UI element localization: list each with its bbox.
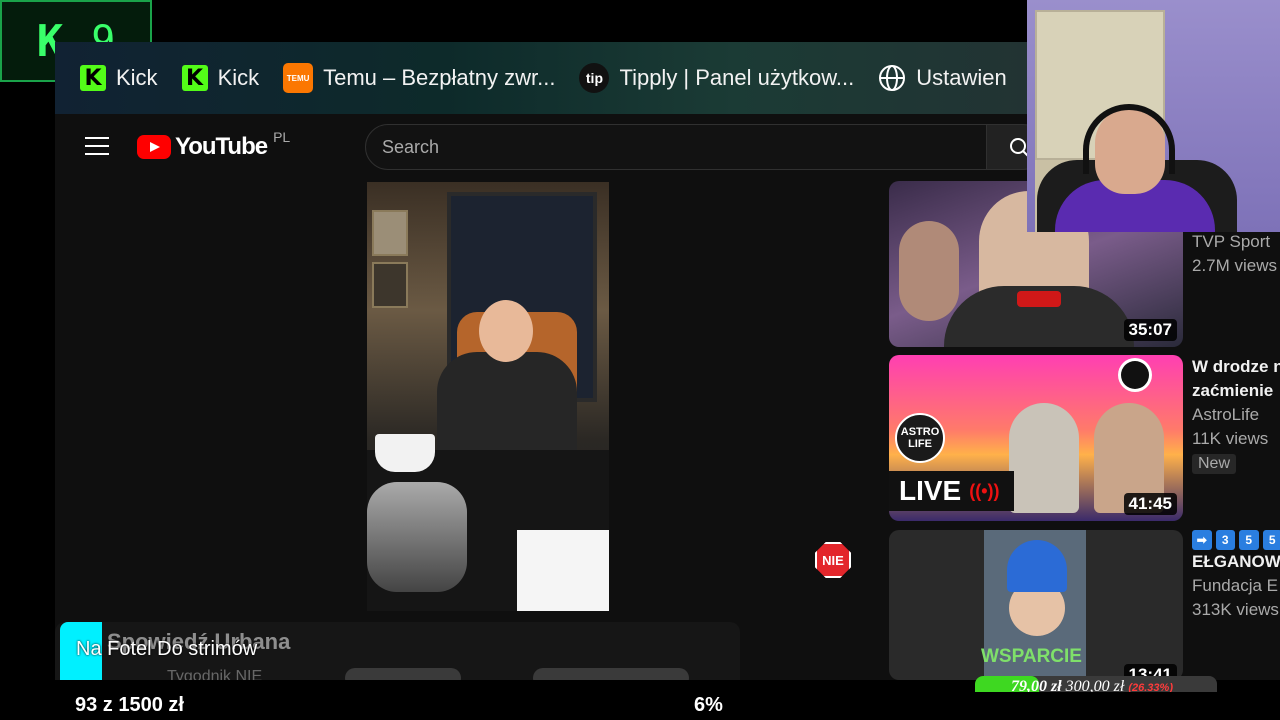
donation-bar: 93 z 1500 zł 6% — [0, 692, 1280, 720]
bookmark-label: Kick — [116, 65, 158, 90]
astrolife-logo: ASTRO LIFE — [895, 413, 945, 463]
donation-percent: 6% — [694, 694, 723, 716]
bookmark-label: Kick — [217, 65, 260, 90]
bookmarks-bar: K Kick K Kick TEMU Temu – Bezpłatny zwr.… — [55, 42, 1027, 114]
channel-name[interactable]: Tygodnik NIE — [167, 668, 262, 680]
country-code: PL — [273, 129, 291, 145]
recommendation-thumbnail[interactable]: ASTRO LIFE LIVE ((•)) 41:45 — [889, 355, 1183, 521]
action-chip[interactable] — [533, 668, 689, 680]
webcam-feed — [1027, 0, 1280, 232]
video-player[interactable] — [367, 182, 609, 611]
recommendation-thumbnail[interactable]: WSPARCIE 13:41 — [889, 530, 1183, 680]
recommendation-meta[interactable]: W drodze n zaćmienie AstroLife 11K views… — [1192, 355, 1280, 474]
person — [1009, 403, 1079, 513]
live-signal-icon: ((•)) — [969, 480, 1000, 501]
kick-icon: K — [181, 65, 208, 91]
bookmark-kick-2[interactable]: K Kick — [181, 65, 260, 91]
bookmark-label: Temu – Bezpłatny zwr... — [323, 65, 556, 90]
youtube-wordmark: YouTube — [175, 133, 268, 160]
rec-channel: TVP Sport — [1192, 232, 1271, 251]
bookmark-settings[interactable]: Ustawien — [878, 64, 1007, 92]
temu-icon: TEMU — [283, 63, 314, 93]
rec-title: EŁGANOW — [1192, 552, 1280, 571]
picture-frame — [372, 210, 408, 256]
person-body — [437, 352, 577, 462]
menu-icon[interactable] — [85, 137, 109, 157]
bookmark-tipply[interactable]: tip Tipply | Panel użytkow... — [579, 63, 854, 93]
tipply-icon: tip — [579, 63, 610, 93]
person — [899, 221, 959, 321]
thumbnail-caption: WSPARCIE — [981, 646, 1082, 667]
person-head — [479, 300, 533, 362]
paper — [517, 530, 609, 611]
bookmark-temu[interactable]: TEMU Temu – Bezpłatny zwr... — [283, 63, 555, 93]
stream-screen: { "overlay_logo": { "letter": "K", "numb… — [0, 0, 1280, 720]
globe-icon — [879, 65, 906, 91]
donation-progress: 93 z 1500 zł — [75, 694, 184, 716]
recommendation-meta[interactable]: TVP Sport 2.7M views — [1192, 230, 1280, 278]
live-label: LIVE ((•)) — [889, 471, 1014, 511]
ashtray — [367, 482, 467, 592]
beanie — [1007, 540, 1067, 592]
video-duration: 41:45 — [1123, 493, 1177, 515]
rec-views: 313K views — [1192, 600, 1279, 619]
youtube-play-icon — [137, 135, 171, 159]
rec-channel: Fundacja E — [1192, 576, 1278, 595]
search-input[interactable]: Search — [365, 124, 987, 170]
bow-tie — [1017, 291, 1061, 307]
rec-channel: AstroLife — [1192, 405, 1260, 424]
rec-views: 11K views — [1192, 429, 1269, 448]
recommendation-meta[interactable]: ➡ 3 5 5 EŁGANOW Fundacja E 313K views — [1192, 530, 1280, 622]
picture-frame — [372, 262, 408, 308]
rec-title-line2: zaćmienie — [1192, 381, 1274, 400]
action-chip[interactable] — [345, 668, 461, 680]
coffee-cup — [375, 434, 435, 472]
bookmark-kick-1[interactable]: K Kick — [80, 65, 158, 91]
rec-views: 2.7M views — [1192, 256, 1278, 275]
youtube-logo[interactable]: YouTube PL — [137, 129, 290, 161]
emoji-row: ➡ 3 5 5 — [1192, 530, 1280, 550]
bookmark-label: Ustawien — [916, 65, 1007, 90]
video-duration: 35:07 — [1123, 319, 1177, 341]
kick-icon: K — [80, 65, 106, 91]
search-placeholder: Search — [382, 136, 440, 157]
stream-title: Na Fotel Do strimów — [76, 638, 258, 660]
bookmark-label: Tipply | Panel użytkow... — [619, 65, 855, 90]
nie-badge: NIE — [815, 542, 851, 578]
new-badge: New — [1192, 454, 1237, 474]
rec-title: W drodze n — [1192, 357, 1280, 376]
eclipse-sun — [1121, 361, 1149, 389]
